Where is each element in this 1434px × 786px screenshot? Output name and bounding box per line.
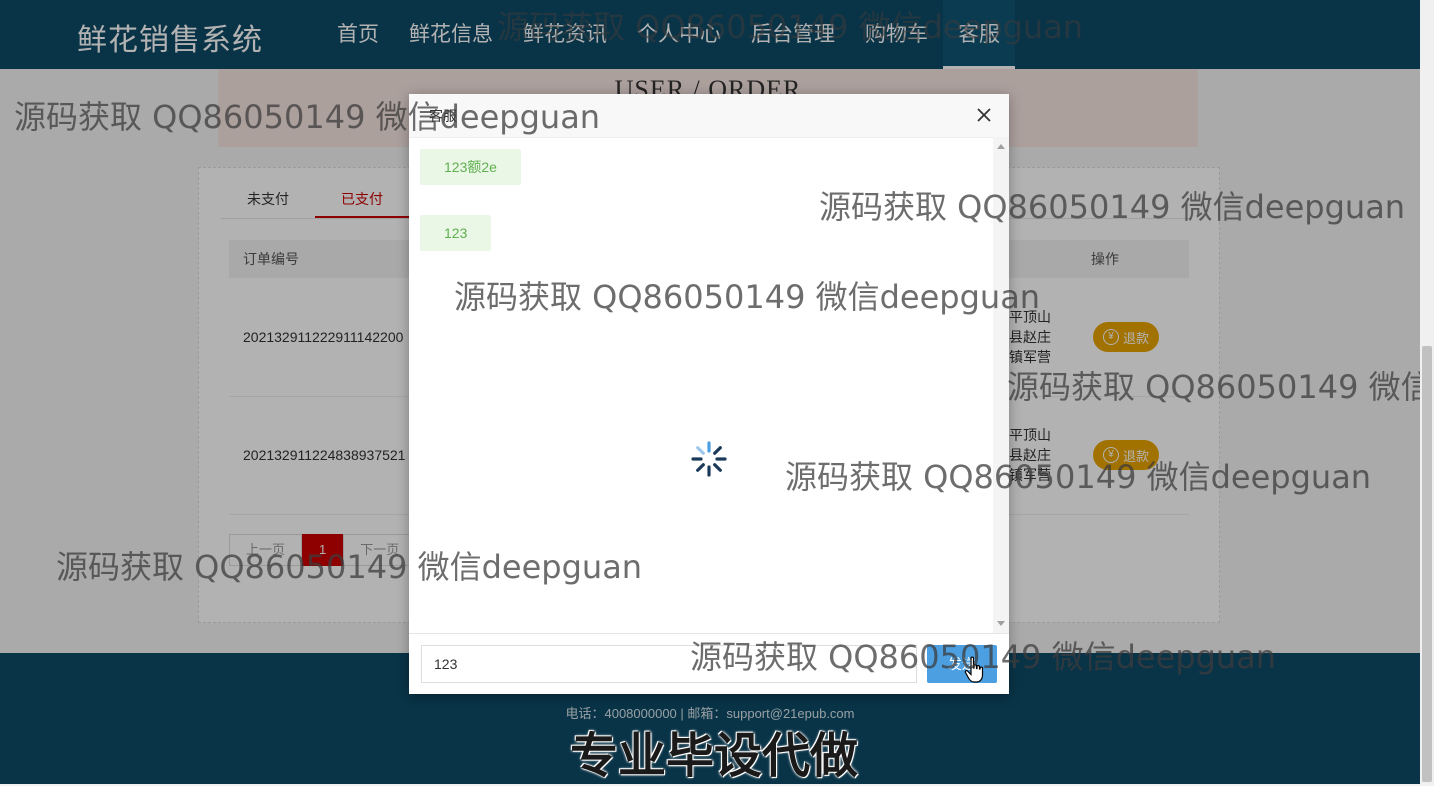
loading-spinner-icon [691,441,727,477]
message-input[interactable] [421,645,917,683]
scroll-down-icon[interactable] [997,621,1005,626]
page-scroll-thumb[interactable] [1422,346,1432,782]
page-scrollbar[interactable] [1420,0,1434,784]
scroll-up-icon[interactable] [997,144,1005,149]
chat-messages: 123额2e 123 [409,137,993,633]
chat-scrollbar[interactable] [993,137,1009,633]
dialog-title: 客服 [429,108,457,124]
watermark-big-text: 专业毕设代做 [570,728,859,784]
chat-message: 123 [420,215,492,251]
hand-cursor-icon [964,656,984,683]
send-button[interactable]: 发送 [927,645,997,683]
dialog-header: 客服 [409,94,1009,138]
customer-service-dialog: 客服 123额2e 123 发送 [409,94,1009,694]
chat-input-bar: 发送 [409,633,1009,694]
close-icon[interactable] [973,104,995,126]
chat-message: 123额2e [420,149,521,185]
